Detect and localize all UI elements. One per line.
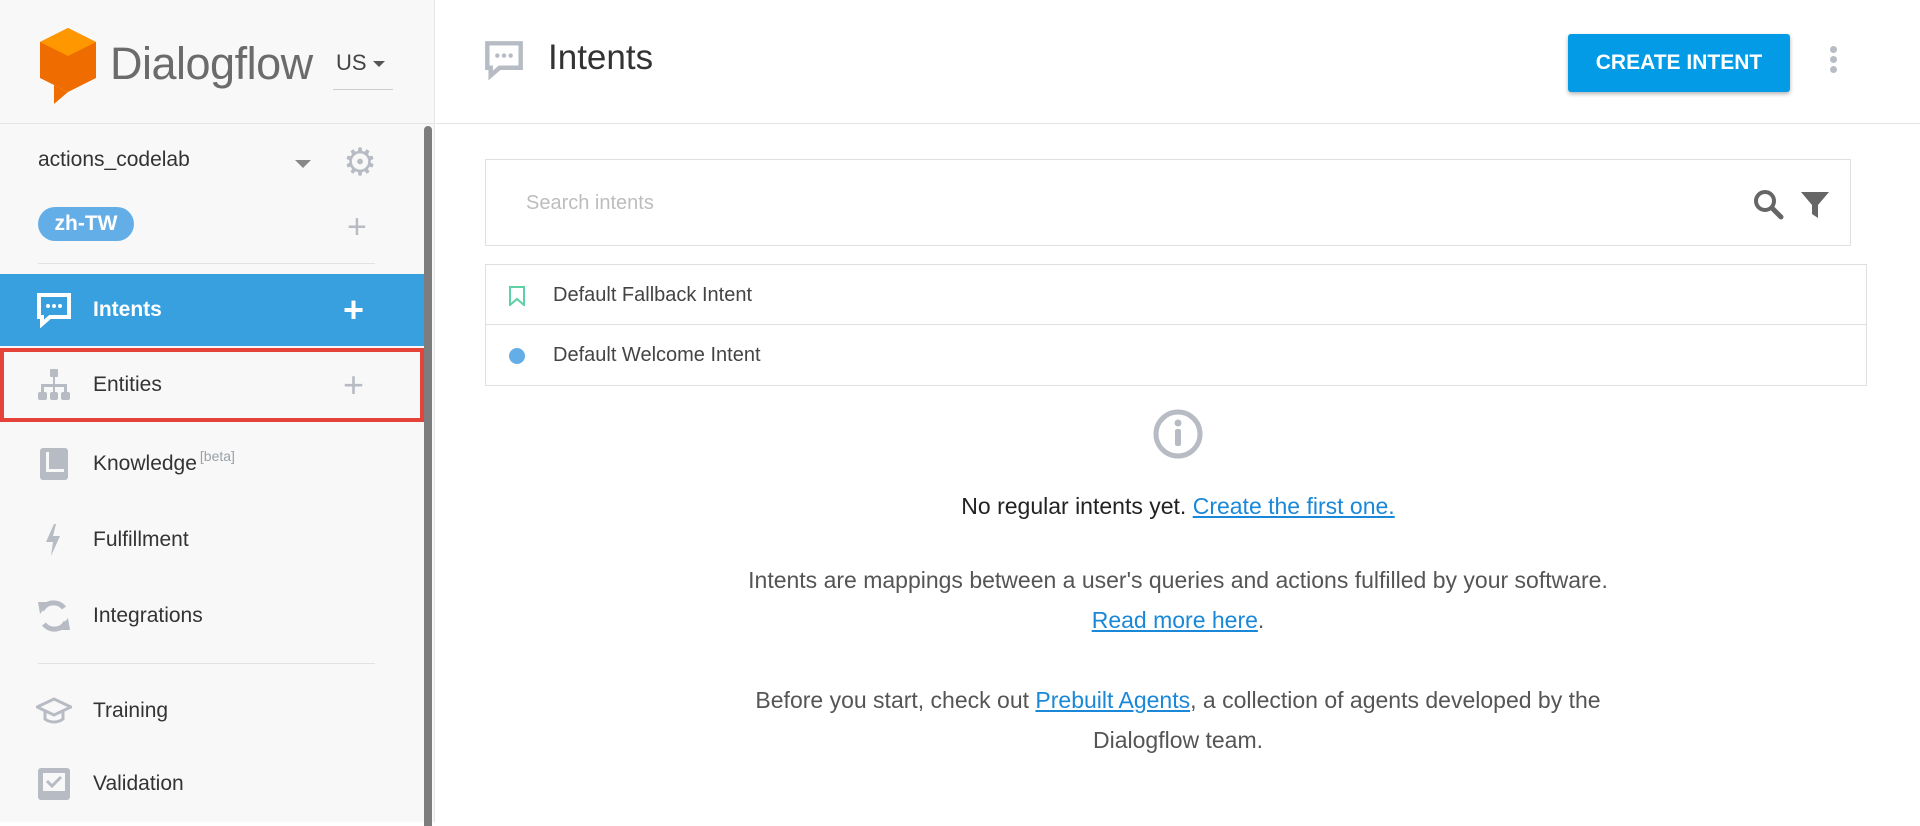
- language-pill[interactable]: zh-TW: [38, 207, 134, 241]
- sidebar: Dialogflow US actions_codelab ⚙ zh-TW + …: [0, 0, 435, 826]
- knowledge-label: Knowledge: [93, 452, 197, 475]
- create-intent-button[interactable]: CREATE INTENT: [1568, 34, 1790, 92]
- agent-dropdown-icon[interactable]: [295, 160, 311, 168]
- bolt-icon: [46, 524, 60, 556]
- empty-message: No regular intents yet. Create the first…: [436, 493, 1920, 520]
- add-language-icon[interactable]: +: [347, 210, 367, 244]
- search-icon[interactable]: [1752, 188, 1784, 220]
- intent-list: Default Fallback Intent Default Welcome …: [485, 264, 1867, 386]
- sync-icon: [38, 600, 70, 632]
- agent-name[interactable]: actions_codelab: [38, 148, 190, 172]
- read-more-link[interactable]: Read more here: [1092, 607, 1258, 633]
- dialogflow-logo-icon: [40, 28, 96, 104]
- intent-name[interactable]: Default Fallback Intent: [553, 284, 752, 307]
- prebuilt-text: Before you start, check out: [755, 687, 1030, 713]
- intent-row[interactable]: Default Fallback Intent: [486, 265, 1866, 325]
- search-input[interactable]: [526, 186, 1726, 220]
- sidebar-item-validation[interactable]: Validation: [0, 748, 424, 820]
- sidebar-item-fulfillment[interactable]: Fulfillment: [0, 504, 424, 576]
- dot-icon: [509, 348, 525, 364]
- graduation-cap-icon: [36, 697, 72, 724]
- checkbox-icon: [38, 768, 70, 800]
- prebuilt-description: Before you start, check out Prebuilt Age…: [738, 680, 1618, 760]
- more-options-icon[interactable]: [1830, 46, 1840, 76]
- region-value: US: [336, 50, 367, 75]
- sidebar-item-integrations[interactable]: Integrations: [0, 580, 424, 652]
- sidebar-item-label: Knowledge [beta]: [93, 448, 235, 476]
- add-intent-icon[interactable]: +: [343, 292, 364, 328]
- sidebar-scrollbar[interactable]: [424, 126, 432, 826]
- divider: [38, 263, 375, 264]
- sidebar-item-label: Intents: [93, 298, 162, 321]
- chevron-down-icon: [372, 61, 385, 68]
- sidebar-item-training[interactable]: Training: [0, 675, 424, 747]
- description-end: .: [1257, 607, 1265, 633]
- intent-name[interactable]: Default Welcome Intent: [553, 344, 761, 367]
- empty-state: No regular intents yet. Create the first…: [436, 400, 1920, 760]
- filter-icon[interactable]: [1800, 190, 1830, 220]
- empty-message-text: No regular intents yet.: [961, 493, 1187, 519]
- brand-name: Dialogflow: [110, 38, 313, 89]
- sidebar-item-intents[interactable]: Intents +: [0, 274, 424, 346]
- chat-icon: [485, 41, 523, 80]
- sidebar-item-knowledge[interactable]: Knowledge [beta]: [0, 428, 424, 500]
- region-select[interactable]: US: [333, 50, 393, 90]
- sidebar-item-label: Integrations: [93, 604, 203, 627]
- create-first-intent-link[interactable]: Create the first one.: [1193, 493, 1395, 519]
- page-header: Intents CREATE INTENT: [436, 0, 1920, 124]
- chat-icon: [37, 293, 71, 328]
- entities-highlight-box: [0, 348, 424, 422]
- divider: [38, 663, 375, 664]
- logo-area: Dialogflow US: [0, 0, 435, 124]
- search-bar: [485, 159, 1851, 246]
- intents-description: Intents are mappings between a user's qu…: [738, 560, 1618, 640]
- sidebar-item-label: Validation: [93, 772, 184, 795]
- gear-icon[interactable]: ⚙: [343, 144, 377, 182]
- info-icon: [1153, 409, 1203, 459]
- sidebar-item-label: Fulfillment: [93, 528, 189, 551]
- intent-row[interactable]: Default Welcome Intent: [486, 325, 1866, 385]
- page-title: Intents: [548, 38, 654, 77]
- prebuilt-agents-link[interactable]: Prebuilt Agents: [1035, 687, 1190, 713]
- sidebar-item-label: Training: [93, 699, 169, 722]
- description-text: Intents are mappings between a user's qu…: [748, 567, 1608, 593]
- book-icon: [40, 448, 68, 480]
- beta-badge: [beta]: [199, 448, 235, 464]
- bookmark-icon: [509, 286, 525, 306]
